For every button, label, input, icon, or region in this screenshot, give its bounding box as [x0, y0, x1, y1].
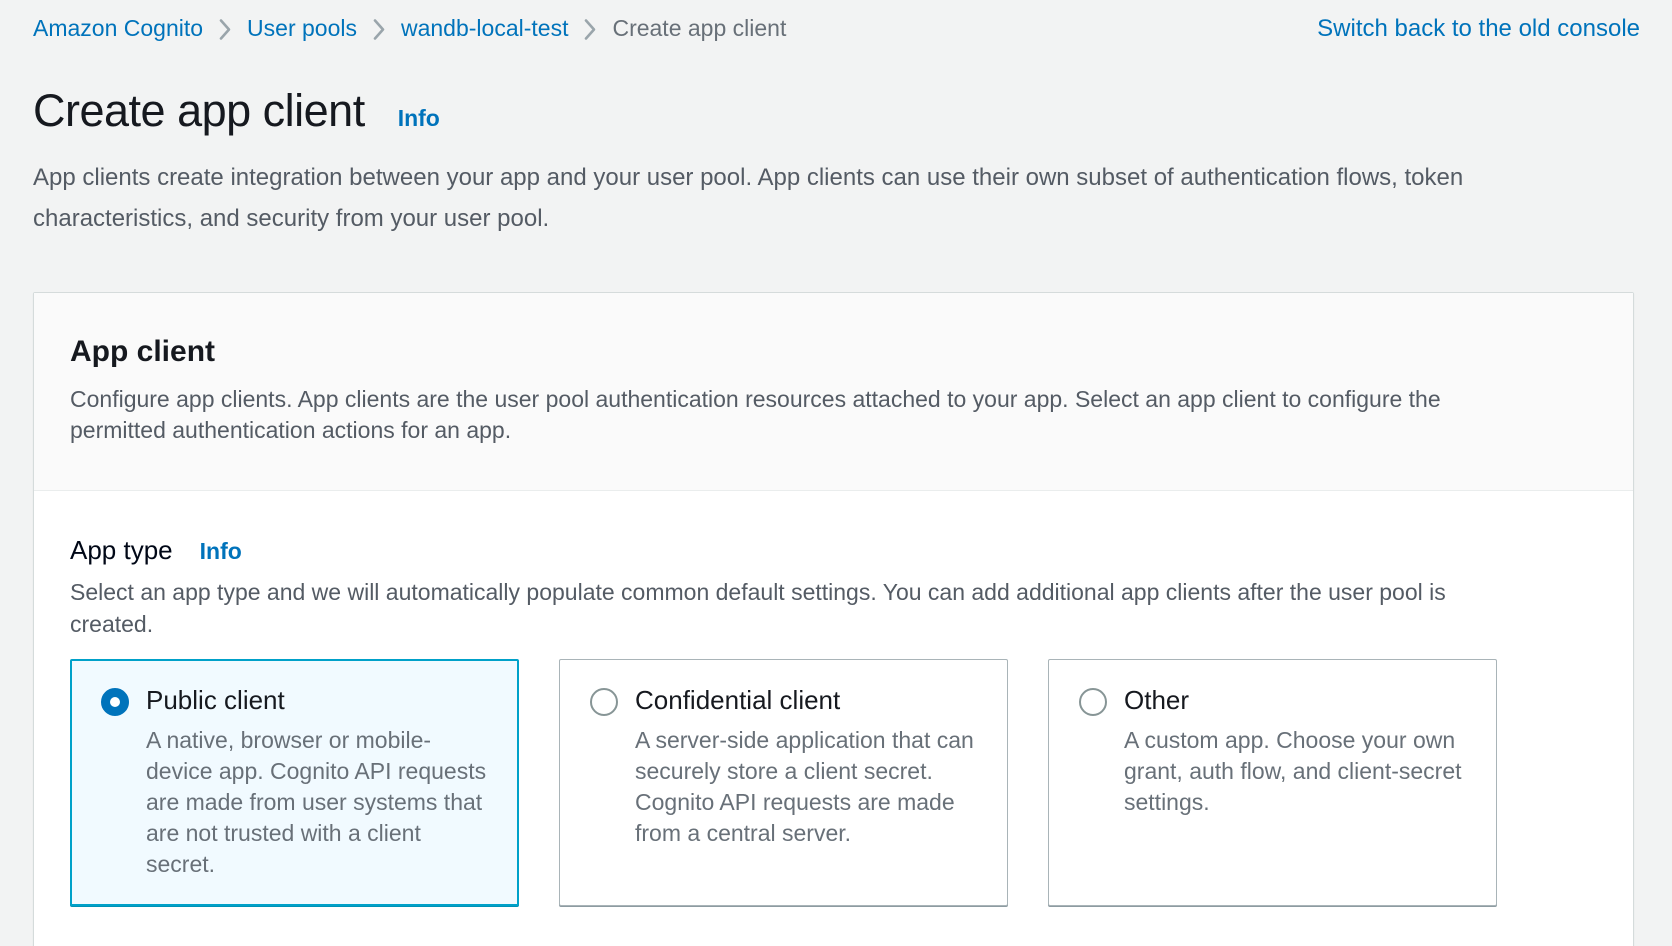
breadcrumb-link-user-pools[interactable]: User pools: [247, 15, 357, 42]
chevron-right-icon: [372, 18, 386, 41]
app-type-options: Public client A native, browser or mobil…: [70, 659, 1597, 906]
breadcrumb: Amazon Cognito User pools wandb-local-te…: [33, 15, 786, 42]
radio-unchecked-icon[interactable]: [1079, 688, 1107, 716]
option-description: A server-side application that can secur…: [635, 725, 983, 849]
cognito-create-app-client-page: Amazon Cognito User pools wandb-local-te…: [0, 0, 1672, 946]
app-type-description: Select an app type and we will automatic…: [70, 576, 1470, 640]
page-title: Create app client: [33, 85, 365, 137]
panel-title: App client: [70, 335, 1597, 369]
app-type-label: App type: [70, 535, 173, 566]
app-client-panel-body: App type Info Select an app type and we …: [34, 491, 1633, 946]
app-type-option-confidential-client[interactable]: Confidential client A server-side applic…: [559, 659, 1008, 906]
top-bar: Amazon Cognito User pools wandb-local-te…: [0, 0, 1672, 43]
option-description: A custom app. Choose your own grant, aut…: [1124, 725, 1472, 818]
app-type-label-row: App type Info: [70, 535, 1597, 566]
page-title-row: Create app client Info: [33, 85, 1672, 137]
option-text: Public client A native, browser or mobil…: [146, 685, 494, 880]
page-description: App clients create integration between y…: [33, 157, 1495, 239]
app-type-option-public-client[interactable]: Public client A native, browser or mobil…: [70, 659, 519, 906]
app-client-panel-header: App client Configure app clients. App cl…: [34, 293, 1633, 491]
option-text: Other A custom app. Choose your own gran…: [1124, 685, 1472, 818]
page-title-info-link[interactable]: Info: [398, 105, 440, 132]
panel-description: Configure app clients. App clients are t…: [70, 384, 1462, 446]
app-client-panel: App client Configure app clients. App cl…: [33, 292, 1634, 946]
option-description: A native, browser or mobile-device app. …: [146, 725, 494, 880]
breadcrumb-link-amazon-cognito[interactable]: Amazon Cognito: [33, 15, 203, 42]
option-title: Public client: [146, 685, 494, 716]
radio-unchecked-icon[interactable]: [590, 688, 618, 716]
breadcrumb-link-user-pool-name[interactable]: wandb-local-test: [401, 15, 568, 42]
radio-checked-icon[interactable]: [101, 688, 129, 716]
breadcrumb-current-page: Create app client: [612, 15, 786, 42]
option-title: Other: [1124, 685, 1472, 716]
option-text: Confidential client A server-side applic…: [635, 685, 983, 849]
chevron-right-icon: [583, 18, 597, 41]
chevron-right-icon: [218, 18, 232, 41]
switch-old-console-link[interactable]: Switch back to the old console: [1317, 15, 1640, 43]
app-type-option-other[interactable]: Other A custom app. Choose your own gran…: [1048, 659, 1497, 906]
app-type-info-link[interactable]: Info: [200, 538, 242, 565]
option-title: Confidential client: [635, 685, 983, 716]
